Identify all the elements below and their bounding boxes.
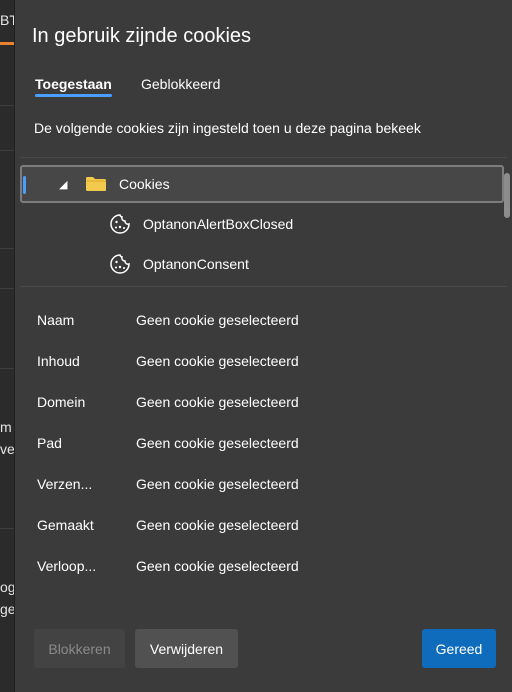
property-row: Domein Geen cookie geselecteerd [37,382,337,423]
tab-blocked[interactable]: Geblokkeerd [141,76,220,92]
block-button[interactable]: Blokkeren [34,629,125,668]
property-value: Geen cookie geselecteerd [136,517,299,533]
background-divider [0,528,14,529]
property-value: Geen cookie geselecteerd [136,353,299,369]
background-divider [0,150,14,151]
active-tab-indicator [35,94,112,97]
tab-allowed[interactable]: Toegestaan [35,76,112,92]
tree-item-label: Cookies [119,176,170,192]
folder-icon [86,177,106,191]
background-divider [0,105,14,106]
background-divider [0,368,14,369]
selection-indicator [23,176,26,194]
property-row: Gemaakt Geen cookie geselecteerd [37,505,337,546]
cookies-dialog: In gebruik zijnde cookies Toegestaan Geb… [14,0,512,692]
property-value: Geen cookie geselecteerd [136,312,299,328]
property-row: Pad Geen cookie geselecteerd [37,423,337,464]
background-text-fragment: m [0,419,12,435]
property-row: Verloop... Geen cookie geselecteerd [37,546,337,587]
background-tab-accent [0,42,14,45]
tree-item-cookies-folder[interactable]: ◢ Cookies [20,165,504,203]
tree-item-cookie[interactable]: OptanonConsent [20,245,504,283]
property-key: Inhoud [37,353,80,369]
expand-triangle-icon[interactable]: ◢ [59,178,67,191]
property-row: Naam Geen cookie geselecteerd [37,300,337,341]
property-key: Naam [37,312,75,328]
background-divider [0,248,14,249]
tree-item-label: OptanonConsent [143,256,249,272]
tree-item-label: OptanonAlertBoxClosed [143,216,294,232]
cookie-icon [110,254,130,274]
property-row: Inhoud Geen cookie geselecteerd [37,341,337,382]
tree-scrollbar[interactable] [504,173,510,218]
tree-item-cookie[interactable]: OptanonAlertBoxClosed [20,205,504,243]
cookie-tree: ◢ Cookies OptanonAlertBoxClosed OptanonC… [20,157,507,287]
property-value: Geen cookie geselecteerd [136,435,299,451]
property-value: Geen cookie geselecteerd [136,476,299,492]
property-key: Verzen... [37,476,93,492]
property-key: Gemaakt [37,517,94,533]
done-button[interactable]: Gereed [422,629,496,668]
property-key: Verloop... [37,558,97,574]
background-divider [0,288,14,289]
property-key: Domein [37,394,86,410]
property-key: Pad [37,435,62,451]
remove-button[interactable]: Verwijderen [135,629,238,668]
property-row: Verzen... Geen cookie geselecteerd [37,464,337,505]
dialog-title: In gebruik zijnde cookies [32,25,252,47]
dialog-description: De volgende cookies zijn ingesteld toen … [34,120,421,136]
property-value: Geen cookie geselecteerd [136,394,299,410]
cookie-icon [110,214,130,234]
property-value: Geen cookie geselecteerd [136,558,299,574]
